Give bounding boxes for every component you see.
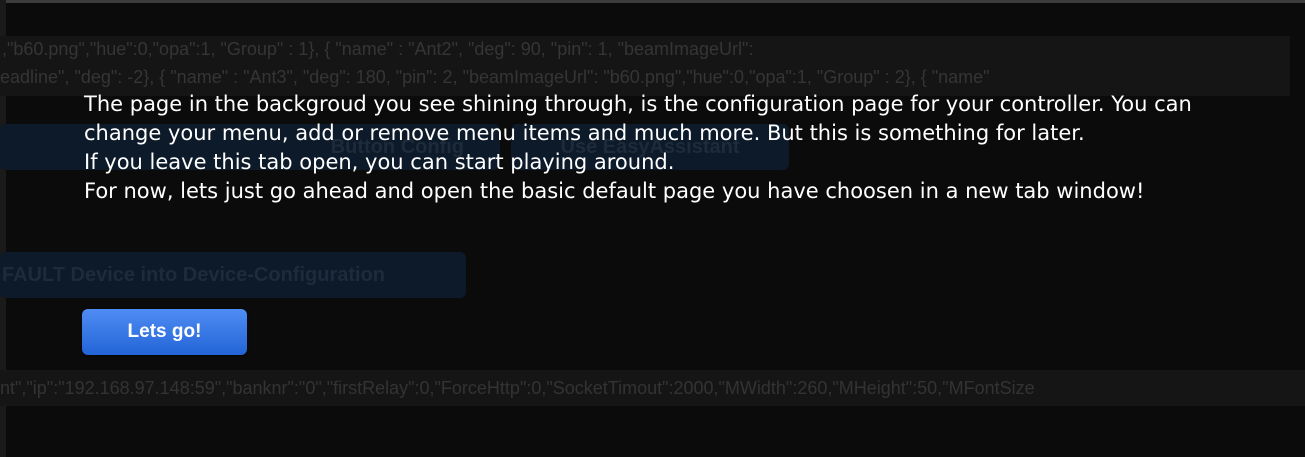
overlay-paragraph: The page in the backgroud you see shinin… bbox=[84, 92, 1192, 145]
overlay-paragraph: For now, lets just go ahead and open the… bbox=[84, 179, 1145, 203]
lets-go-button[interactable]: Lets go! bbox=[82, 309, 247, 355]
background-json-textarea: nt","ip":"192.168.97.148:59","banknr":"0… bbox=[0, 370, 1305, 406]
background-json-line: nt","ip":"192.168.97.148:59","banknr":"0… bbox=[0, 378, 1035, 398]
overlay-paragraph: If you leave this tab open, you can star… bbox=[84, 150, 675, 174]
background-config-line: ,"b60.png","hue":0,"opa":1, "Group" : 1}… bbox=[2, 39, 754, 59]
page: ,"b60.png","hue":0,"opa":1, "Group" : 1}… bbox=[0, 0, 1305, 457]
background-button-label: FAULT Device into Device-Configuration bbox=[2, 263, 385, 286]
background-config-line: eadline", "deg": -2}, { "name" : "Ant3",… bbox=[0, 67, 990, 87]
window-top-border bbox=[0, 0, 1305, 3]
background-device-config-button: FAULT Device into Device-Configuration bbox=[0, 252, 466, 298]
overlay-message: The page in the backgroud you see shinin… bbox=[84, 90, 1264, 206]
background-config-textarea: ,"b60.png","hue":0,"opa":1, "Group" : 1}… bbox=[0, 36, 1290, 96]
